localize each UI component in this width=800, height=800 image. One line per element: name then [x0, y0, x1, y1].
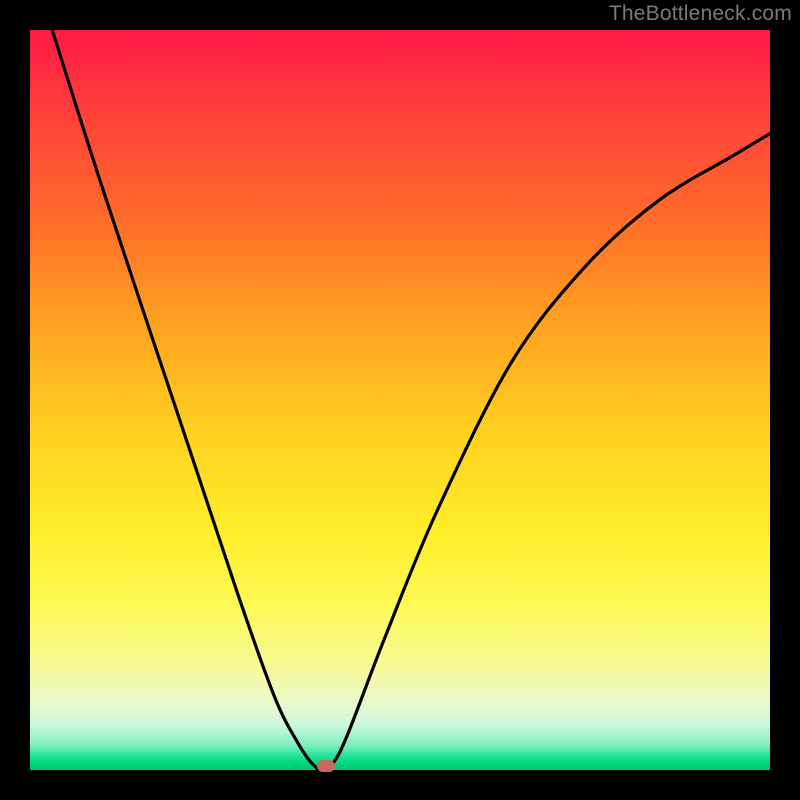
chart-frame: TheBottleneck.com	[0, 0, 800, 800]
watermark-label: TheBottleneck.com	[609, 2, 792, 26]
bottleneck-curve	[30, 30, 770, 770]
plot-area	[30, 30, 770, 770]
minimum-marker	[317, 760, 335, 772]
